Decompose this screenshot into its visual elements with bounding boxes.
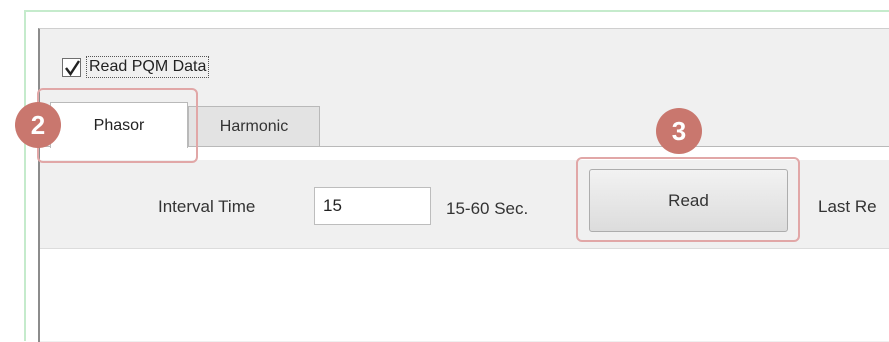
tab-phasor[interactable]: Phasor	[50, 102, 188, 148]
tab-harmonic[interactable]: Harmonic	[188, 106, 320, 146]
step-badge-2: 2	[15, 102, 61, 148]
window-edge-left	[24, 10, 26, 341]
last-read-label: Last Re	[818, 197, 877, 216]
highlight-box-read	[576, 157, 800, 242]
interval-range-label: 15-60 Sec.	[446, 199, 529, 218]
step-badge-3: 3	[656, 108, 702, 154]
read-pqm-checkbox-row[interactable]: Read PQM Data	[62, 54, 210, 80]
interval-time-label: Interval Time	[158, 197, 256, 216]
checkmark-icon	[65, 59, 81, 76]
read-pqm-label: Read PQM Data	[86, 56, 210, 78]
interval-time-input[interactable]	[314, 187, 431, 225]
window-edge-top	[24, 10, 889, 12]
read-pqm-checkbox[interactable]	[62, 57, 81, 77]
